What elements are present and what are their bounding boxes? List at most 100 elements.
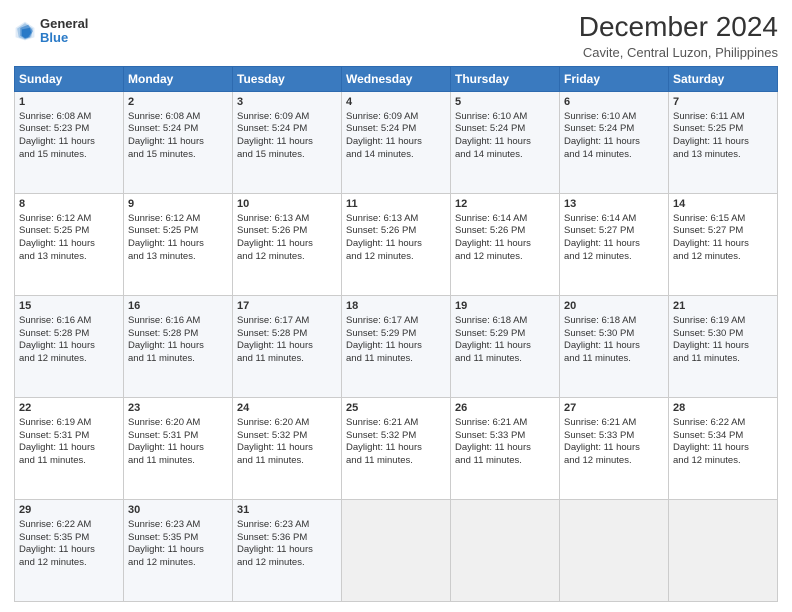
calendar-cell: 26Sunrise: 6:21 AMSunset: 5:33 PMDayligh… — [451, 397, 560, 499]
day-info-line: Sunrise: 6:08 AM — [128, 111, 228, 124]
day-info-line: Sunset: 5:36 PM — [237, 532, 337, 545]
day-info-line: Sunset: 5:27 PM — [673, 225, 773, 238]
day-info-line: Sunrise: 6:18 AM — [455, 315, 555, 328]
day-info-line: Daylight: 11 hours — [564, 340, 664, 353]
day-info-line: Sunset: 5:24 PM — [128, 123, 228, 136]
subtitle: Cavite, Central Luzon, Philippines — [579, 45, 778, 60]
calendar-cell: 18Sunrise: 6:17 AMSunset: 5:29 PMDayligh… — [342, 295, 451, 397]
day-info-line: Daylight: 11 hours — [346, 136, 446, 149]
calendar-cell: 4Sunrise: 6:09 AMSunset: 5:24 PMDaylight… — [342, 91, 451, 193]
day-info-line: Sunrise: 6:12 AM — [19, 213, 119, 226]
day-info-line: and 13 minutes. — [128, 251, 228, 264]
day-number: 11 — [346, 197, 446, 212]
calendar-cell: 23Sunrise: 6:20 AMSunset: 5:31 PMDayligh… — [124, 397, 233, 499]
day-info-line: Sunrise: 6:18 AM — [564, 315, 664, 328]
day-info-line: Sunrise: 6:21 AM — [346, 417, 446, 430]
calendar-cell: 2Sunrise: 6:08 AMSunset: 5:24 PMDaylight… — [124, 91, 233, 193]
day-info-line: Sunset: 5:26 PM — [346, 225, 446, 238]
day-info-line: Daylight: 11 hours — [455, 442, 555, 455]
day-info-line: Sunrise: 6:19 AM — [19, 417, 119, 430]
day-info-line: and 13 minutes. — [19, 251, 119, 264]
day-info-line: Sunset: 5:35 PM — [19, 532, 119, 545]
calendar-cell: 29Sunrise: 6:22 AMSunset: 5:35 PMDayligh… — [15, 499, 124, 601]
calendar-cell: 25Sunrise: 6:21 AMSunset: 5:32 PMDayligh… — [342, 397, 451, 499]
calendar-cell: 8Sunrise: 6:12 AMSunset: 5:25 PMDaylight… — [15, 193, 124, 295]
day-info-line: Sunrise: 6:14 AM — [455, 213, 555, 226]
day-number: 8 — [19, 197, 119, 212]
calendar-cell: 10Sunrise: 6:13 AMSunset: 5:26 PMDayligh… — [233, 193, 342, 295]
day-info-line: and 13 minutes. — [673, 149, 773, 162]
header: General Blue December 2024 Cavite, Centr… — [14, 12, 778, 60]
calendar-cell: 20Sunrise: 6:18 AMSunset: 5:30 PMDayligh… — [560, 295, 669, 397]
title-block: December 2024 Cavite, Central Luzon, Phi… — [579, 12, 778, 60]
day-info-line: Daylight: 11 hours — [128, 238, 228, 251]
day-info-line: Sunset: 5:24 PM — [455, 123, 555, 136]
calendar-week-3: 15Sunrise: 6:16 AMSunset: 5:28 PMDayligh… — [15, 295, 778, 397]
day-info-line: Sunrise: 6:16 AM — [128, 315, 228, 328]
day-info-line: and 11 minutes. — [237, 353, 337, 366]
day-info-line: Sunrise: 6:13 AM — [237, 213, 337, 226]
day-info-line: Sunrise: 6:13 AM — [346, 213, 446, 226]
day-info-line: Sunset: 5:30 PM — [564, 328, 664, 341]
day-info-line: Daylight: 11 hours — [128, 340, 228, 353]
day-info-line: Daylight: 11 hours — [237, 544, 337, 557]
col-header-wednesday: Wednesday — [342, 66, 451, 91]
day-info-line: Sunrise: 6:10 AM — [564, 111, 664, 124]
day-info-line: Sunset: 5:28 PM — [128, 328, 228, 341]
day-info-line: Sunrise: 6:08 AM — [19, 111, 119, 124]
day-number: 24 — [237, 401, 337, 416]
day-number: 15 — [19, 299, 119, 314]
calendar-cell: 7Sunrise: 6:11 AMSunset: 5:25 PMDaylight… — [669, 91, 778, 193]
day-info-line: and 15 minutes. — [19, 149, 119, 162]
day-number: 6 — [564, 95, 664, 110]
day-info-line: and 14 minutes. — [564, 149, 664, 162]
logo-text: General Blue — [40, 16, 88, 45]
day-info-line: Sunrise: 6:17 AM — [237, 315, 337, 328]
day-info-line: Daylight: 11 hours — [673, 442, 773, 455]
day-info-line: Sunrise: 6:23 AM — [237, 519, 337, 532]
logo-icon — [14, 20, 36, 42]
day-info-line: Sunrise: 6:09 AM — [237, 111, 337, 124]
day-info-line: Sunrise: 6:23 AM — [128, 519, 228, 532]
calendar-cell — [342, 499, 451, 601]
day-number: 16 — [128, 299, 228, 314]
calendar-cell: 1Sunrise: 6:08 AMSunset: 5:23 PMDaylight… — [15, 91, 124, 193]
day-info-line: Daylight: 11 hours — [564, 442, 664, 455]
calendar-week-1: 1Sunrise: 6:08 AMSunset: 5:23 PMDaylight… — [15, 91, 778, 193]
day-info-line: Daylight: 11 hours — [455, 238, 555, 251]
day-info-line: Sunset: 5:32 PM — [237, 430, 337, 443]
calendar-cell: 3Sunrise: 6:09 AMSunset: 5:24 PMDaylight… — [233, 91, 342, 193]
day-info-line: Daylight: 11 hours — [346, 238, 446, 251]
calendar-cell: 28Sunrise: 6:22 AMSunset: 5:34 PMDayligh… — [669, 397, 778, 499]
day-info-line: Daylight: 11 hours — [19, 238, 119, 251]
day-info-line: Sunset: 5:23 PM — [19, 123, 119, 136]
day-info-line: Daylight: 11 hours — [19, 442, 119, 455]
main-title: December 2024 — [579, 12, 778, 43]
day-info-line: Sunset: 5:25 PM — [128, 225, 228, 238]
day-number: 1 — [19, 95, 119, 110]
calendar-cell — [451, 499, 560, 601]
day-info-line: Sunset: 5:26 PM — [237, 225, 337, 238]
day-info-line: and 12 minutes. — [673, 251, 773, 264]
day-number: 28 — [673, 401, 773, 416]
day-info-line: Sunrise: 6:21 AM — [455, 417, 555, 430]
calendar-week-4: 22Sunrise: 6:19 AMSunset: 5:31 PMDayligh… — [15, 397, 778, 499]
day-info-line: Sunrise: 6:14 AM — [564, 213, 664, 226]
day-number: 14 — [673, 197, 773, 212]
day-info-line: Daylight: 11 hours — [19, 136, 119, 149]
day-info-line: Daylight: 11 hours — [346, 442, 446, 455]
day-info-line: Daylight: 11 hours — [237, 442, 337, 455]
calendar-cell: 31Sunrise: 6:23 AMSunset: 5:36 PMDayligh… — [233, 499, 342, 601]
logo-blue: Blue — [40, 30, 88, 46]
day-info-line: and 12 minutes. — [346, 251, 446, 264]
calendar-cell — [669, 499, 778, 601]
day-info-line: Sunrise: 6:10 AM — [455, 111, 555, 124]
day-info-line: and 14 minutes. — [346, 149, 446, 162]
day-info-line: Sunset: 5:29 PM — [455, 328, 555, 341]
day-number: 12 — [455, 197, 555, 212]
day-info-line: and 11 minutes. — [19, 455, 119, 468]
day-info-line: Sunset: 5:31 PM — [128, 430, 228, 443]
day-info-line: Daylight: 11 hours — [237, 136, 337, 149]
day-number: 4 — [346, 95, 446, 110]
calendar-cell: 11Sunrise: 6:13 AMSunset: 5:26 PMDayligh… — [342, 193, 451, 295]
